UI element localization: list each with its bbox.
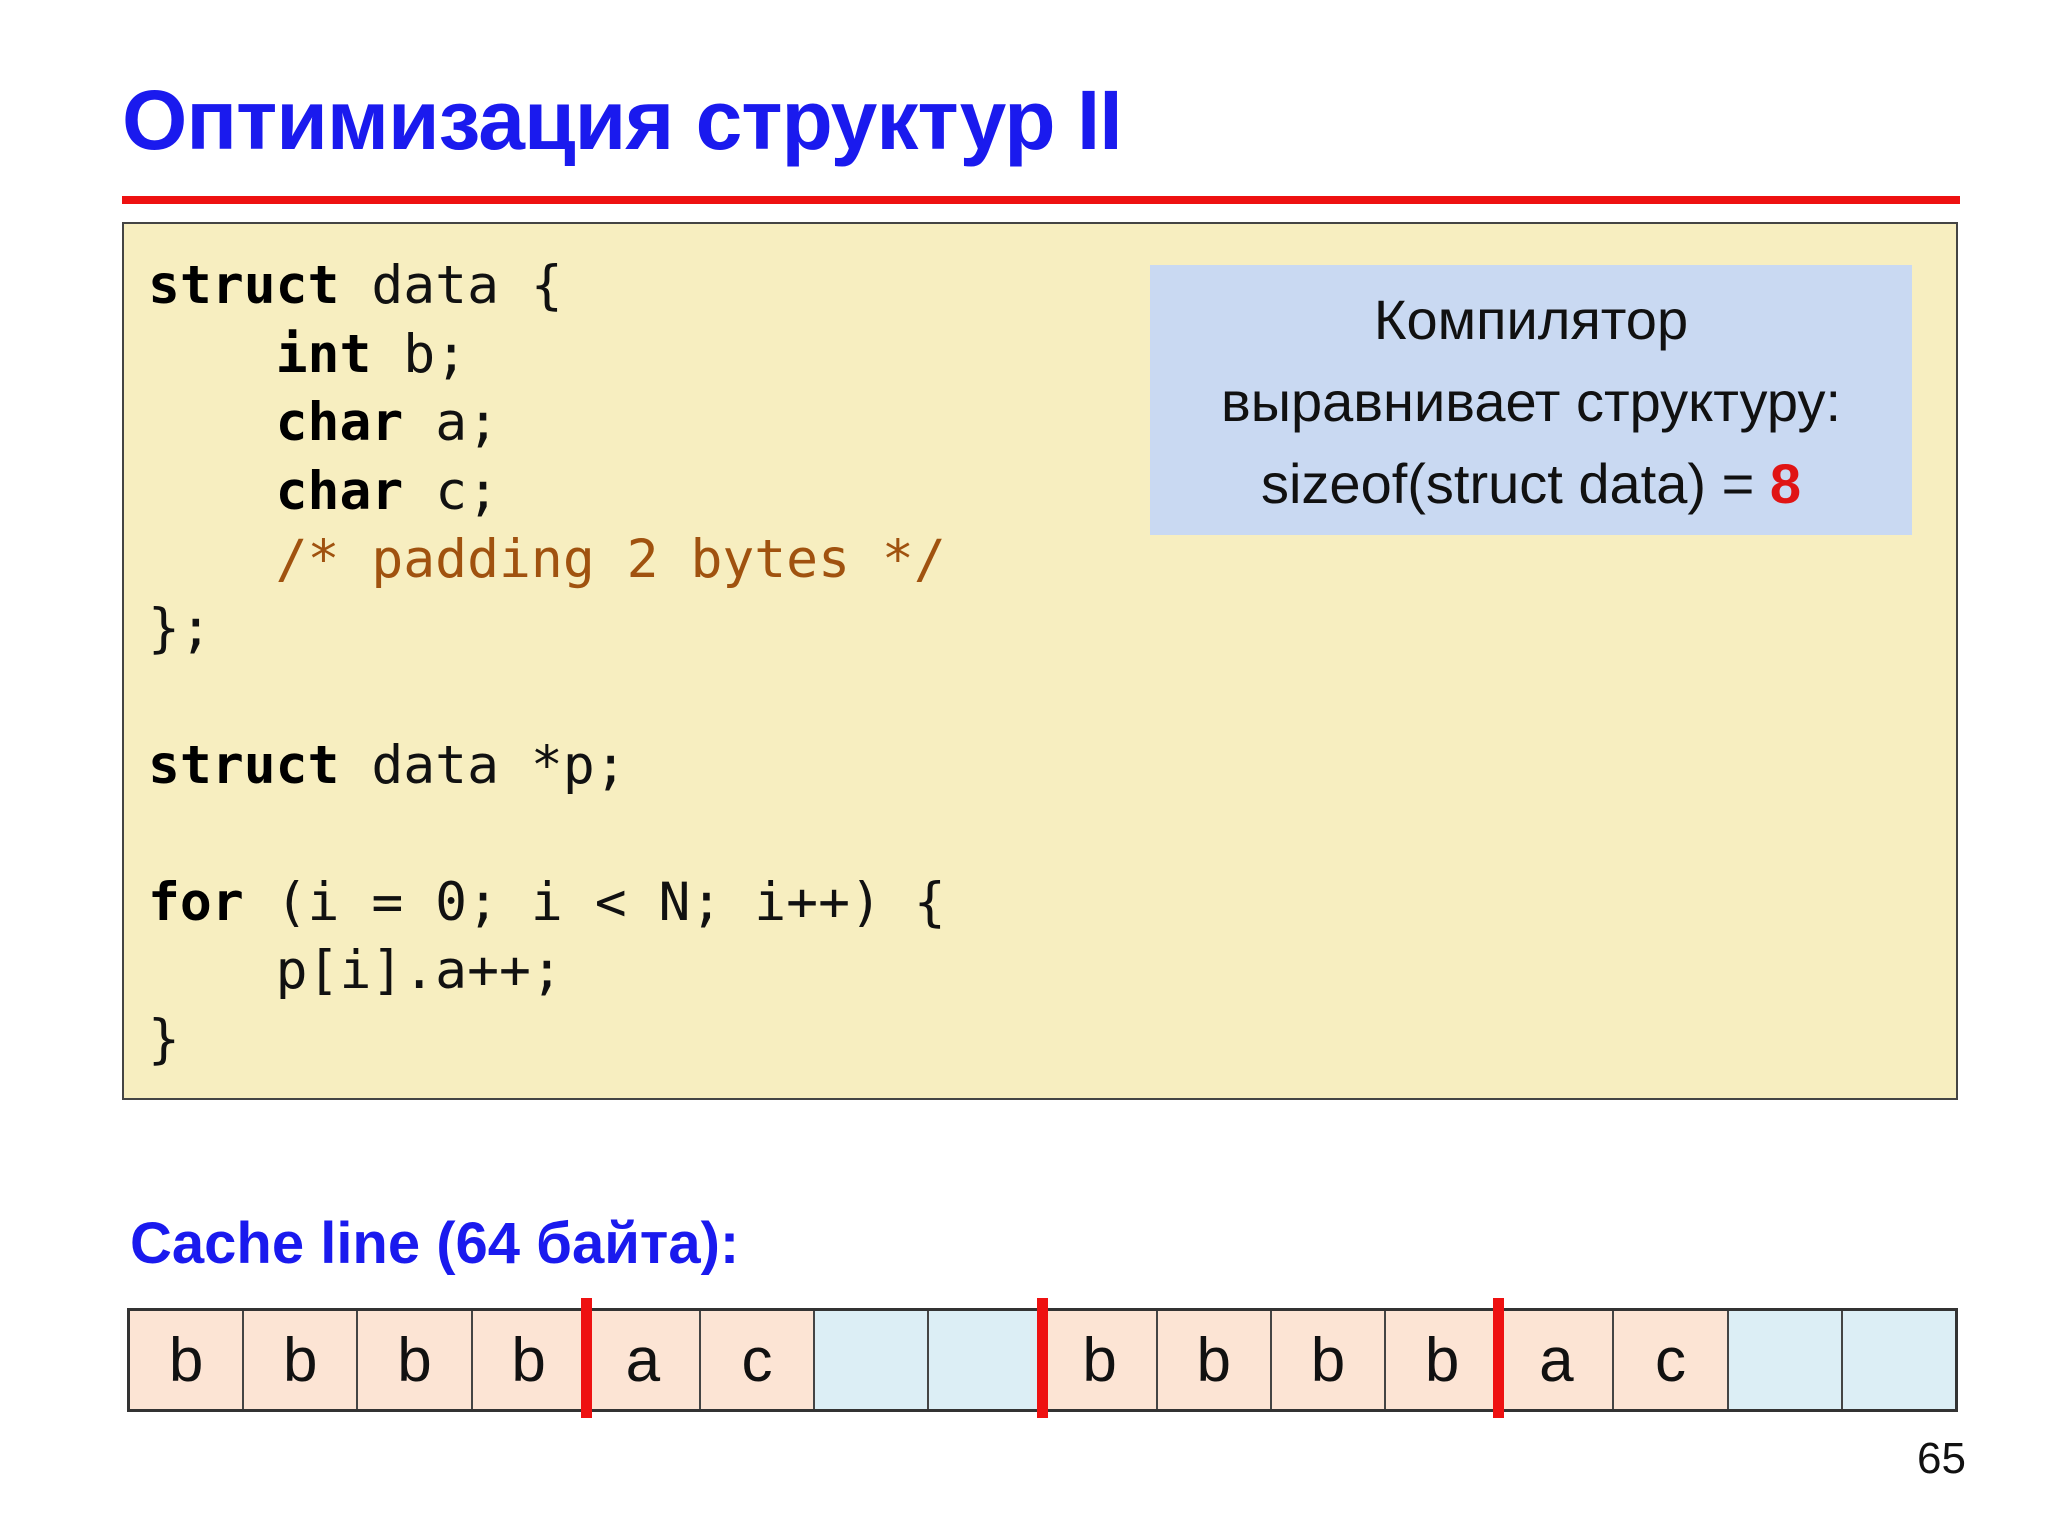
struct-boundary-marker bbox=[1037, 1298, 1048, 1418]
code-line: } bbox=[148, 1006, 946, 1075]
code-text: p[i].a++; bbox=[275, 940, 563, 1001]
code-line: p[i].a++; bbox=[148, 937, 946, 1006]
cache-cell-c: c bbox=[700, 1311, 816, 1409]
code-line: for (i = 0; i < N; i++) { bbox=[148, 869, 946, 938]
code-panel: struct data { int b; char a; char c; /* … bbox=[122, 222, 1958, 1100]
cache-cell-padding bbox=[1842, 1311, 1955, 1409]
code-keyword: for bbox=[148, 871, 244, 933]
compiler-note: Компилятор выравнивает структуру: sizeof… bbox=[1150, 265, 1912, 535]
code-line: char a; bbox=[148, 389, 946, 458]
code-text: a; bbox=[403, 392, 500, 453]
code-text: }; bbox=[148, 597, 212, 659]
note-sizeof-text: sizeof(struct data) = bbox=[1260, 452, 1770, 515]
cache-cell-b: b bbox=[244, 1311, 359, 1409]
cache-cell-b: b bbox=[130, 1311, 245, 1409]
struct-boundary-marker bbox=[580, 1298, 592, 1418]
title-underline bbox=[122, 196, 1960, 204]
cache-cell-b: b bbox=[1386, 1311, 1501, 1409]
code-keyword: char bbox=[275, 460, 404, 522]
code-text: b; bbox=[371, 323, 468, 385]
note-line-1: Компилятор bbox=[1373, 288, 1689, 351]
cache-cell-b: b bbox=[1043, 1311, 1158, 1409]
code-listing: struct data { int b; char a; char c; /* … bbox=[148, 252, 946, 1074]
cache-cell-c: c bbox=[1614, 1311, 1729, 1409]
code-keyword: struct bbox=[148, 734, 340, 796]
cache-cell-padding bbox=[1728, 1311, 1843, 1409]
cache-cell-a: a bbox=[586, 1311, 701, 1409]
code-text: } bbox=[148, 1008, 180, 1070]
code-line: struct data *p; bbox=[148, 732, 946, 801]
code-line: /* padding 2 bytes */ bbox=[148, 526, 946, 595]
code-keyword: int bbox=[275, 323, 372, 385]
cache-cell-b: b bbox=[472, 1311, 587, 1409]
cache-cell-b: b bbox=[1271, 1311, 1387, 1409]
code-comment: /* padding 2 bytes */ bbox=[275, 529, 946, 590]
slide-title: Оптимизация структур II bbox=[122, 73, 1123, 167]
cache-cell-padding bbox=[929, 1311, 1044, 1409]
code-line: }; bbox=[148, 595, 946, 664]
cache-cell-a: a bbox=[1500, 1311, 1615, 1409]
code-keyword: char bbox=[275, 392, 404, 453]
code-line: int b; bbox=[148, 321, 946, 390]
cache-cell-b: b bbox=[358, 1311, 473, 1409]
note-line-3: sizeof(struct data) = 8 bbox=[1150, 443, 1912, 525]
cache-cell-padding bbox=[815, 1311, 930, 1409]
code-text: data { bbox=[339, 255, 563, 316]
code-text: (i = 0; i < N; i++) { bbox=[243, 871, 946, 933]
code-line: struct data { bbox=[148, 252, 946, 321]
struct-boundary-marker bbox=[1493, 1298, 1505, 1418]
cache-cell-b: b bbox=[1157, 1311, 1272, 1409]
page-number: 65 bbox=[1917, 1434, 1966, 1483]
code-text: c; bbox=[403, 460, 500, 522]
code-line: char c; bbox=[148, 458, 946, 527]
code-text: data *p; bbox=[339, 734, 627, 796]
code-keyword: struct bbox=[148, 255, 340, 316]
note-sizeof-value: 8 bbox=[1769, 452, 1802, 515]
cache-line-label: Cache line (64 байта): bbox=[130, 1211, 740, 1276]
note-line-2: выравнивает структуру: bbox=[1220, 370, 1842, 433]
